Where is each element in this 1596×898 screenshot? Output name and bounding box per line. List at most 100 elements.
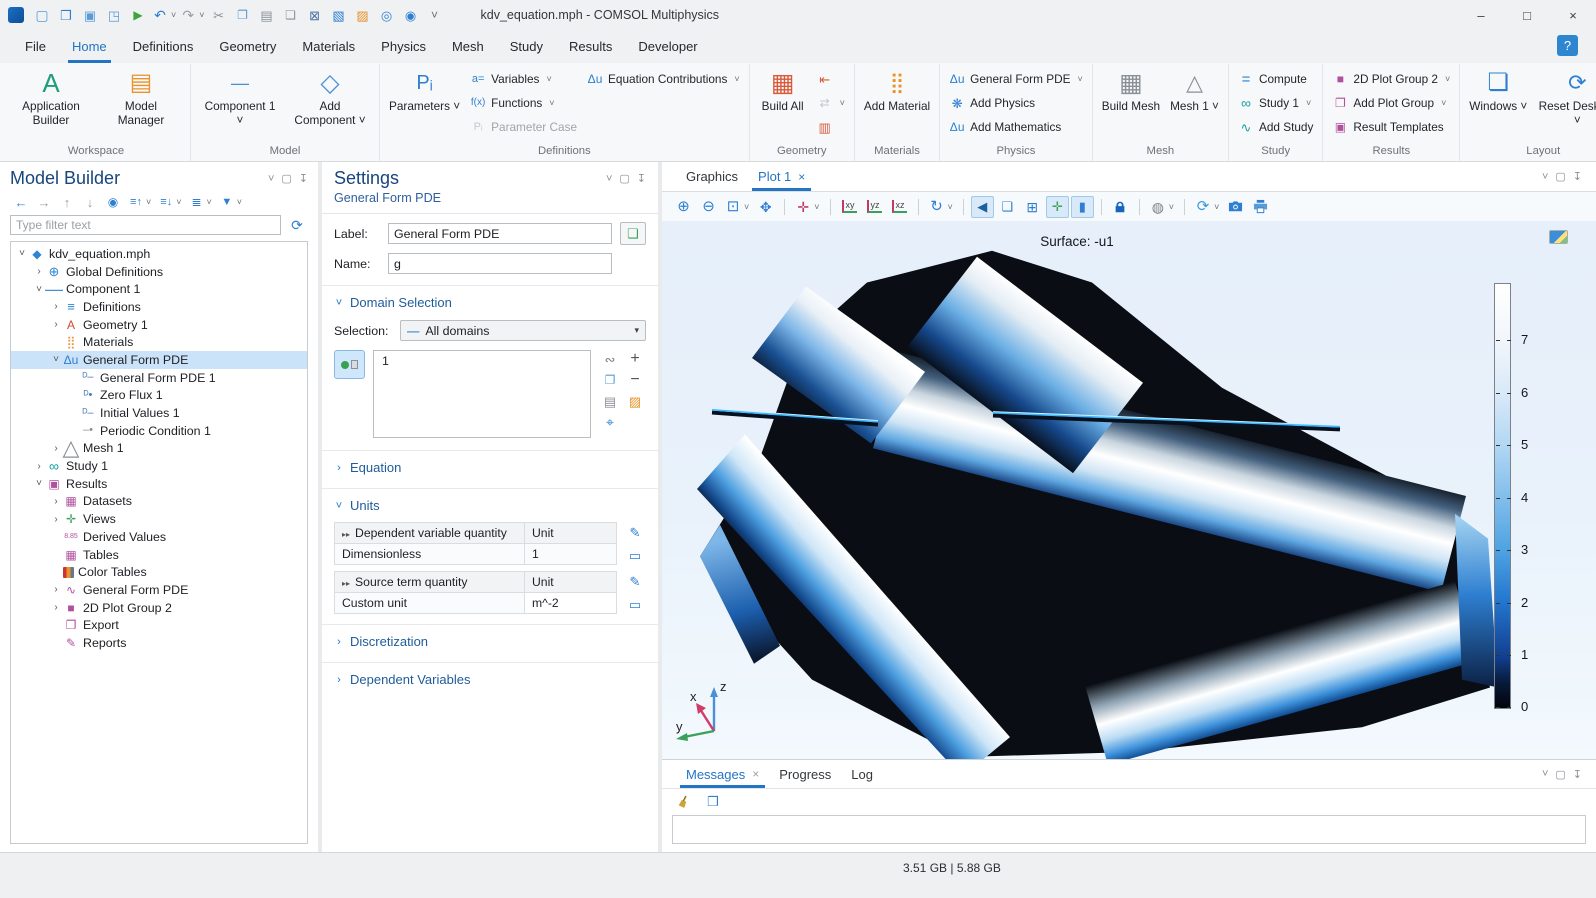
tab-messages[interactable]: Messages × (676, 760, 769, 788)
application-builder-button[interactable]: AApplication Builder (7, 64, 95, 142)
study-1-button[interactable]: ∞Study 1˅ (1234, 93, 1317, 113)
mesh-1-button[interactable]: △Mesh 1 ˅ (1166, 64, 1223, 142)
tree-node-reports[interactable]: ✎Reports (11, 634, 307, 652)
import-button[interactable]: ⇤ (813, 69, 849, 89)
run-button[interactable]: ▶ (126, 3, 150, 27)
float-panel-icon[interactable]: ▢ (1555, 170, 1565, 183)
pin-panel-icon[interactable]: ↧ (1573, 170, 1582, 183)
panel-menu-icon[interactable]: ˅ (1542, 171, 1548, 183)
forward-button[interactable]: → (33, 192, 55, 212)
menu-tab-mesh[interactable]: Mesh (439, 30, 497, 63)
expand-arrow-icon[interactable]: › (49, 319, 63, 330)
copy-button[interactable]: ❐ (231, 3, 255, 27)
tree-node-study-1[interactable]: ›∞Study 1 (11, 457, 307, 475)
domain-selection-list[interactable]: 1 (373, 350, 591, 438)
select-box-button[interactable]: ▧ (327, 3, 351, 27)
expand-arrow-icon[interactable]: › (49, 584, 63, 595)
parameters-button[interactable]: PᵢParameters ˅ (385, 64, 464, 142)
help-button[interactable]: ? (1557, 35, 1578, 56)
paste-selection-button[interactable]: ▤ (599, 392, 621, 410)
add-study-button[interactable]: ∿Add Study (1234, 117, 1317, 137)
collapse-section-icon[interactable]: ˅ (334, 297, 344, 309)
section-domain-selection[interactable]: ˅ Domain Selection (322, 285, 658, 316)
float-panel-icon[interactable]: ▢ (281, 172, 291, 185)
create-note-button[interactable]: ❏ (620, 222, 646, 245)
add-material-button[interactable]: ⣿Add Material (860, 64, 934, 142)
zoom-out-button[interactable]: ⊖ (697, 196, 720, 218)
image-grid-button[interactable]: ⊞ (1021, 196, 1044, 218)
zoom-to-selection-button[interactable]: ⌖ (599, 413, 621, 431)
update-plot-button[interactable]: ⟳˅ (1192, 196, 1222, 218)
menu-tab-results[interactable]: Results (556, 30, 625, 63)
filter-tree-button[interactable]: ▼˅ (216, 192, 245, 212)
pin-panel-icon[interactable]: ↧ (637, 172, 646, 185)
expand-arrow-icon[interactable]: › (49, 496, 63, 507)
minimize-button[interactable]: – (1458, 0, 1504, 30)
build-all-button[interactable]: ▦Build All (755, 64, 811, 142)
domain-list-item[interactable]: 1 (374, 351, 590, 371)
dependent-quantity-cell[interactable]: Dimensionless (335, 544, 525, 565)
show-button[interactable]: ◉ (102, 192, 124, 212)
paste-button[interactable]: ▤ (255, 3, 279, 27)
change-dependent-unit-button[interactable]: ▭ (624, 545, 646, 565)
transparency-button[interactable]: ❏ (996, 196, 1019, 218)
clear-messages-button[interactable] (672, 792, 694, 812)
float-panel-icon[interactable]: ▢ (619, 172, 629, 185)
expand-arrow-icon[interactable]: › (49, 514, 63, 525)
messages-window-button[interactable]: ❒ (702, 792, 724, 812)
undo-button[interactable]: ↶˅ (150, 3, 178, 27)
copy-selection-button[interactable]: ❐ (599, 371, 621, 389)
view-xz-button[interactable]: xz (888, 196, 911, 218)
delete-button[interactable]: ⊠ (303, 3, 327, 27)
dependent-unit-cell[interactable]: 1 (525, 544, 617, 565)
pin-panel-icon[interactable]: ↧ (1573, 768, 1582, 781)
clear-selection-tool-button[interactable]: ▨ (351, 3, 375, 27)
axis-orientation-button[interactable]: ✛ (1046, 196, 1069, 218)
tree-node-mesh-1[interactable]: ›△Mesh 1 (11, 440, 307, 458)
plot-thumbnail-icon[interactable] (1549, 230, 1568, 244)
close-icon[interactable]: × (798, 170, 805, 184)
panel-menu-icon[interactable]: ˅ (1542, 768, 1548, 780)
rotate-view-button[interactable]: ↻˅ (926, 196, 956, 218)
tree-node-color-tables[interactable]: Color Tables (11, 563, 307, 581)
section-equation[interactable]: › Equation (322, 450, 658, 481)
zoom-extents-button[interactable]: ✥ (754, 196, 777, 218)
menu-tab-file[interactable]: File (12, 30, 59, 63)
functions-button[interactable]: f(x)Functions˅ (466, 93, 581, 113)
virtual-operations-button[interactable]: ▥ (813, 117, 849, 137)
name-input[interactable] (388, 253, 612, 274)
insert-sequence-button[interactable]: ⇄˅ (813, 93, 849, 113)
collapse-arrow-icon[interactable]: ˅ (15, 248, 29, 259)
physics-interface-dropdown[interactable]: ΔuGeneral Form PDE˅ (945, 69, 1087, 89)
find-button[interactable]: ◎ (375, 3, 399, 27)
add-mathematics-button[interactable]: ΔuAdd Mathematics (945, 117, 1087, 137)
tree-node-definitions[interactable]: ›≡Definitions (11, 298, 307, 316)
messages-output[interactable] (672, 815, 1586, 844)
snapshot-button[interactable] (1224, 196, 1247, 218)
expand-arrow-icon[interactable]: › (49, 602, 63, 613)
tree-node-datasets[interactable]: ›▦Datasets (11, 493, 307, 511)
section-units[interactable]: ˅ Units (322, 488, 658, 519)
tree-node-materials[interactable]: ⣿Materials (11, 333, 307, 351)
collapse-arrow-icon[interactable]: ˅ (32, 478, 46, 489)
expand-arrow-icon[interactable]: › (49, 301, 63, 312)
expand-section-icon[interactable]: › (334, 462, 344, 474)
menu-tab-study[interactable]: Study (497, 30, 556, 63)
tree-node-export[interactable]: ❐Export (11, 616, 307, 634)
tree-node-initial-values-1[interactable]: ᴰ–Initial Values 1 (11, 404, 307, 422)
expand-arrow-icon[interactable]: › (32, 266, 46, 277)
section-discretization[interactable]: › Discretization (322, 624, 658, 655)
tree-node-geometry-1[interactable]: ›AGeometry 1 (11, 316, 307, 334)
section-dependent-variables[interactable]: › Dependent Variables (322, 662, 658, 693)
remove-from-selection-button[interactable]: − (624, 371, 646, 389)
edit-dependent-quantity-button[interactable]: ✎ (624, 522, 646, 542)
source-quantity-cell[interactable]: Custom unit (335, 593, 525, 614)
equation-contributions-button[interactable]: ΔuEquation Contributions˅ (583, 69, 744, 89)
add-to-selection-button[interactable]: + (624, 350, 646, 368)
move-down-button[interactable]: ↓ (79, 192, 101, 212)
panel-menu-icon[interactable]: ˅ (268, 173, 274, 185)
menu-tab-physics[interactable]: Physics (368, 30, 439, 63)
menu-tab-home[interactable]: Home (59, 30, 120, 63)
reset-desktop-button[interactable]: ⟳Reset Desktop ˅ (1533, 64, 1596, 142)
preview-button[interactable]: ◉ (399, 3, 423, 27)
